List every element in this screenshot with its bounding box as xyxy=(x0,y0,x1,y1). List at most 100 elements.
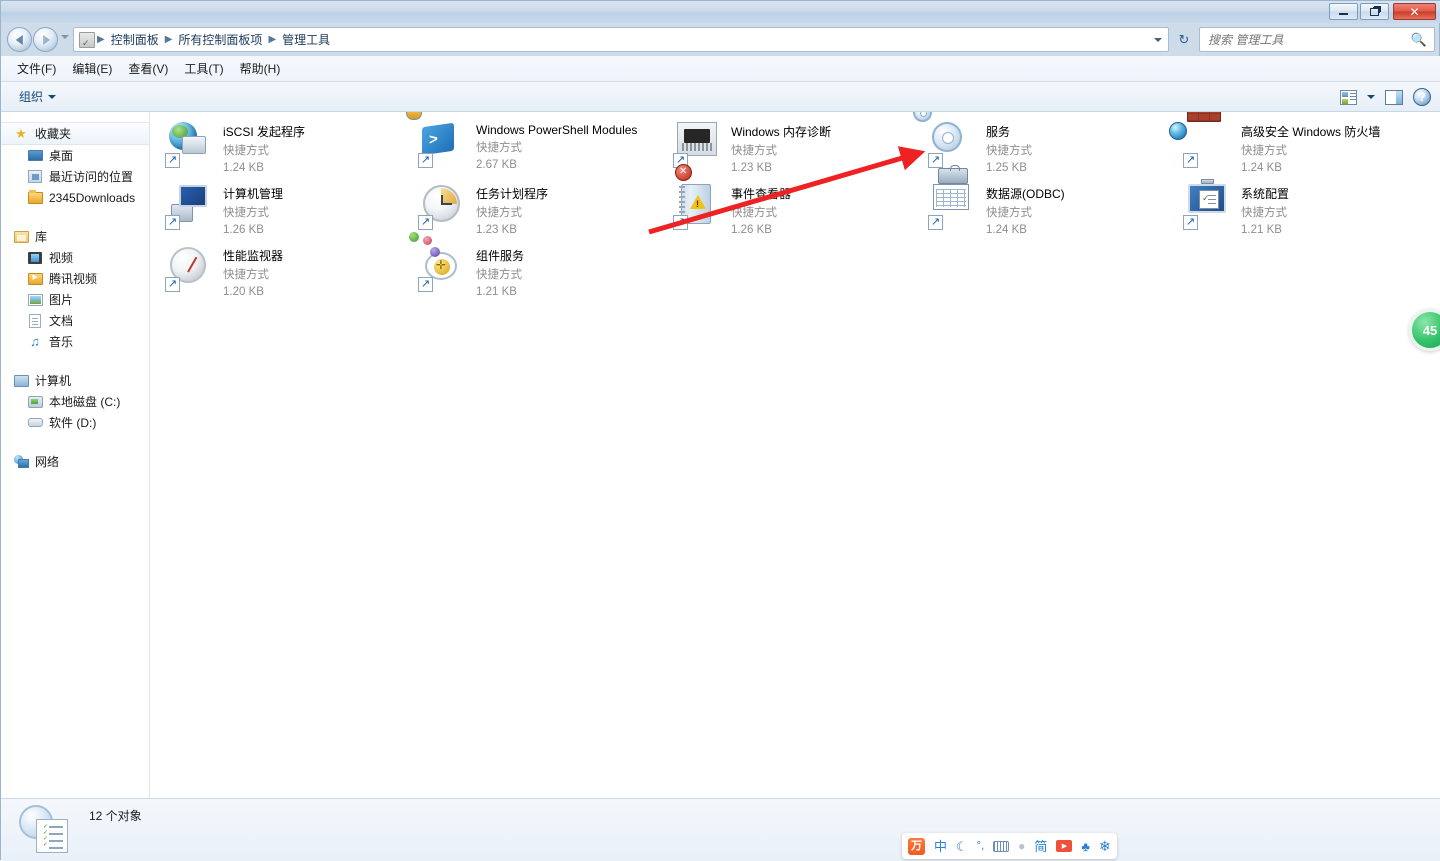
sidebar-item-network[interactable]: 网络 xyxy=(1,451,149,472)
file-item-memory-diagnostic[interactable]: ↗ Windows 内存诊断 快捷方式 1.23 KB xyxy=(671,118,919,180)
file-type: 快捷方式 xyxy=(731,145,777,157)
search-box[interactable]: 🔍 xyxy=(1199,27,1435,52)
computer-management-icon: ↗ xyxy=(165,182,213,230)
shortcut-overlay-icon: ↗ xyxy=(165,153,180,168)
file-item-computer-management[interactable]: ↗ 计算机管理 快捷方式 1.26 KB xyxy=(163,180,411,242)
sidebar-item-tencent-video[interactable]: 腾讯视频 xyxy=(1,268,149,289)
file-name: Windows 内存诊断 xyxy=(731,125,832,139)
sidebar-item-documents[interactable]: 文档 xyxy=(1,310,149,331)
file-item-odbc-data-sources[interactable]: ↗ 数据源(ODBC) 快捷方式 1.24 KB xyxy=(926,165,1174,242)
sidebar-item-music[interactable]: ♫ 音乐 xyxy=(1,331,149,352)
file-item-event-viewer[interactable]: ↗ 事件查看器 快捷方式 1.26 KB xyxy=(671,164,919,242)
search-input[interactable] xyxy=(1208,32,1411,47)
help-button[interactable]: ? xyxy=(1413,88,1431,106)
file-size: 2.67 KB xyxy=(476,158,517,171)
chinese-mode-icon[interactable]: 中 xyxy=(934,840,947,853)
menu-edit[interactable]: 编辑(E) xyxy=(64,57,120,80)
close-button[interactable]: ✕ xyxy=(1393,3,1436,20)
punctuation-icon[interactable]: °, xyxy=(977,840,984,852)
maximize-button[interactable] xyxy=(1360,3,1389,20)
sidebar-label-recent-places: 最近访问的位置 xyxy=(49,170,134,184)
document-icon xyxy=(27,313,43,329)
event-viewer-icon: ↗ xyxy=(673,164,721,230)
moon-icon[interactable]: ☾ xyxy=(956,840,968,853)
tencent-video-icon xyxy=(27,271,43,287)
shortcut-overlay-icon: ↗ xyxy=(418,215,433,230)
sidebar-item-computer[interactable]: 计算机 xyxy=(1,370,149,391)
menu-tools[interactable]: 工具(T) xyxy=(176,57,231,80)
preview-pane-button[interactable] xyxy=(1385,89,1403,105)
back-arrow-icon xyxy=(15,34,23,45)
settings-gear-icon[interactable]: ❄ xyxy=(1099,839,1111,853)
sidebar-item-videos[interactable]: 视频 xyxy=(1,247,149,268)
address-bar[interactable]: ▶ 控制面板 ▶ 所有控制面板项 ▶ 管理工具 xyxy=(73,27,1169,52)
menu-help[interactable]: 帮助(H) xyxy=(232,57,289,80)
view-dropdown-button[interactable] xyxy=(1367,95,1375,99)
skin-icon[interactable]: ♣ xyxy=(1081,840,1090,853)
chevron-down-icon[interactable] xyxy=(1154,37,1162,42)
minimize-button[interactable] xyxy=(1329,3,1358,20)
file-type: 快捷方式 xyxy=(986,145,1032,157)
memory-diagnostic-icon: ↗ xyxy=(673,120,721,168)
file-name: 性能监视器 xyxy=(223,249,284,263)
minimize-icon xyxy=(1330,4,1357,19)
video-icon[interactable]: ▶ xyxy=(1056,840,1073,852)
sidebar-item-libraries[interactable]: 库 xyxy=(1,226,149,247)
view-lines-icon xyxy=(1350,92,1356,104)
item-count-label: 12 个对象 xyxy=(89,809,142,823)
file-text: iSCSI 发起程序 快捷方式 1.24 KB xyxy=(223,120,305,176)
sidebar-item-local-disk-c[interactable]: 本地磁盘 (C:) xyxy=(1,391,149,412)
organize-button[interactable]: 组织 xyxy=(11,85,64,108)
file-item-powershell-modules[interactable]: > ↗ Windows PowerShell Modules 快捷方式 2.67… xyxy=(406,112,686,180)
shortcut-overlay-icon: ↗ xyxy=(165,215,180,230)
file-size: 1.24 KB xyxy=(1241,161,1282,174)
odbc-data-sources-icon: ↗ xyxy=(928,165,976,230)
sogou-logo-icon[interactable]: 万 xyxy=(908,837,925,855)
file-item-iscsi-initiator[interactable]: ↗ iSCSI 发起程序 快捷方式 1.24 KB xyxy=(163,118,411,180)
user-icon[interactable]: ● xyxy=(1018,840,1025,852)
soft-keyboard-icon[interactable] xyxy=(993,840,1010,852)
file-name: 组件服务 xyxy=(476,249,525,263)
sidebar-item-favorites[interactable]: ★ 收藏夹 xyxy=(1,122,149,145)
file-item-system-configuration[interactable]: ✓ ↗ 系统配置 快捷方式 1.21 KB xyxy=(1181,179,1429,242)
sidebar-item-pictures[interactable]: 图片 xyxy=(1,289,149,310)
sidebar-item-desktop[interactable]: 桌面 xyxy=(1,145,149,166)
sidebar-label-music: 音乐 xyxy=(49,335,74,349)
file-item-component-services[interactable]: ↗ 组件服务 快捷方式 1.21 KB xyxy=(409,232,664,304)
file-text: Windows 内存诊断 快捷方式 1.23 KB xyxy=(731,120,831,176)
file-type: 快捷方式 xyxy=(986,207,1032,219)
file-item-windows-firewall[interactable]: ↗ 高级安全 Windows 防火墙 快捷方式 1.24 KB xyxy=(1169,112,1436,180)
navigation-pane[interactable]: ★ 收藏夹 桌面 最近访问的位置 2345Downloads 库 视频 ▶ 腾讯… xyxy=(1,112,150,798)
change-view-button[interactable] xyxy=(1340,89,1357,105)
title-bar: ✕ xyxy=(1,1,1440,23)
recent-pages-dropdown[interactable] xyxy=(61,35,69,39)
sidebar-label-videos: 视频 xyxy=(49,251,74,265)
preview-pane-icon xyxy=(1385,89,1403,105)
menu-file[interactable]: 文件(F) xyxy=(9,57,64,80)
breadcrumb-all-items[interactable]: 所有控制面板项 xyxy=(174,31,266,48)
ime-toolbar[interactable]: 万 中 ☾ °, ● 简 ▶ ♣ ❄ xyxy=(902,833,1117,859)
menu-bar: 文件(F) 编辑(E) 查看(V) 工具(T) 帮助(H) xyxy=(1,56,1440,82)
sidebar-item-2345downloads[interactable]: 2345Downloads xyxy=(1,187,149,208)
file-item-performance-monitor[interactable]: ↗ 性能监视器 快捷方式 1.20 KB xyxy=(163,242,411,304)
breadcrumb-control-panel[interactable]: 控制面板 xyxy=(107,31,163,48)
back-button[interactable] xyxy=(7,27,32,52)
menu-view[interactable]: 查看(V) xyxy=(120,57,176,80)
sidebar-label-network: 网络 xyxy=(35,455,60,469)
sidebar-item-recent-places[interactable]: 最近访问的位置 xyxy=(1,166,149,187)
file-list-pane[interactable]: ↗ iSCSI 发起程序 快捷方式 1.24 KB ↗ 计算机管理 快捷方式 1… xyxy=(151,112,1440,798)
search-icon: 🔍 xyxy=(1410,31,1427,47)
iscsi-initiator-icon: ↗ xyxy=(165,120,213,168)
administrative-tools-icon xyxy=(19,805,71,855)
organize-label: 组织 xyxy=(19,90,44,104)
file-item-task-scheduler[interactable]: ↗ 任务计划程序 快捷方式 1.23 KB xyxy=(416,180,664,242)
sidebar-item-software-d[interactable]: 软件 (D:) xyxy=(1,412,149,433)
simplified-chinese-icon[interactable]: 简 xyxy=(1034,840,1047,853)
refresh-button[interactable]: ↻ xyxy=(1173,27,1195,52)
forward-button[interactable] xyxy=(33,27,58,52)
breadcrumb-administrative-tools[interactable]: 管理工具 xyxy=(278,31,334,48)
breadcrumb-separator: ▶ xyxy=(268,34,277,45)
file-type: 快捷方式 xyxy=(476,142,522,154)
file-text: 性能监视器 快捷方式 1.20 KB xyxy=(223,244,283,300)
